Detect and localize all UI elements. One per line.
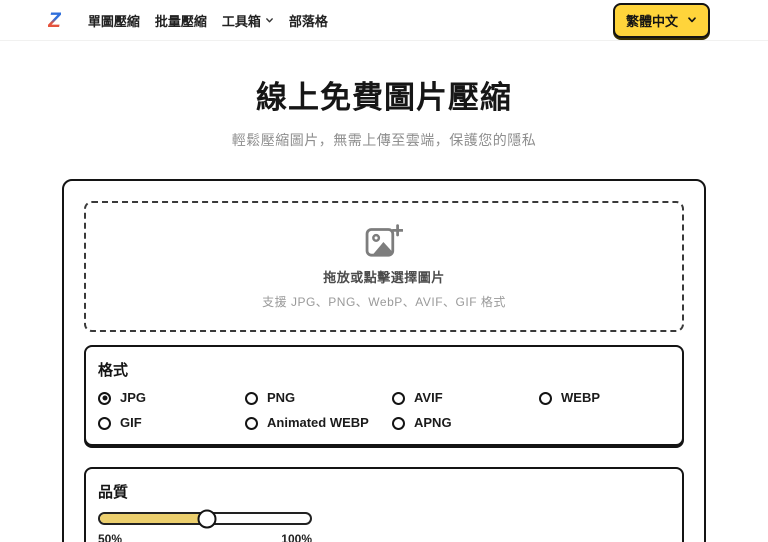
- format-option-animated-webp[interactable]: Animated WEBP: [245, 416, 392, 430]
- image-plus-icon: [365, 223, 403, 257]
- quality-heading: 品質: [98, 484, 129, 501]
- dropzone[interactable]: 拖放或點擊選擇圖片 支援 JPG、PNG、WebP、AVIF、GIF 格式: [84, 201, 684, 332]
- language-button-label: 繁體中文: [625, 13, 678, 29]
- slider-thumb[interactable]: [197, 509, 217, 528]
- slider-max-label: 100%: [281, 532, 312, 542]
- compressor-card: 拖放或點擊選擇圖片 支援 JPG、PNG、WebP、AVIF、GIF 格式 格式…: [62, 179, 706, 542]
- chevron-down-icon: [688, 17, 696, 23]
- nav-item-2[interactable]: 批量壓縮: [155, 11, 207, 30]
- nav-item-4[interactable]: 部落格: [289, 11, 328, 30]
- format-options: JPG PNG AVIF WEBP GIF Animated WEBP APNG: [98, 391, 670, 430]
- format-option-label: PNG: [267, 390, 296, 405]
- language-button[interactable]: 繁體中文: [612, 2, 710, 38]
- quality-panel: 品質 50% 100%: [84, 467, 684, 542]
- top-nav: Z 單圖壓縮 批量壓縮 工具箱 部落格 繁體中文: [0, 0, 768, 41]
- radio-selected-icon[interactable]: [98, 391, 111, 405]
- dropzone-hint: 支援 JPG、PNG、WebP、AVIF、GIF 格式: [262, 294, 506, 309]
- logo[interactable]: Z: [48, 10, 61, 31]
- hero-section: 線上免費圖片壓縮 輕鬆壓縮圖片，無需上傳至雲端，保護您的隱私: [0, 72, 768, 150]
- format-option-label: APNG: [414, 415, 452, 430]
- format-heading: 格式: [98, 362, 129, 379]
- format-option-webp[interactable]: WEBP: [539, 391, 670, 405]
- page-title: 線上免費圖片壓縮: [256, 80, 512, 115]
- format-option-label: WEBP: [561, 390, 600, 405]
- format-option-label: Animated WEBP: [267, 415, 369, 430]
- format-option-png[interactable]: PNG: [245, 391, 392, 405]
- format-option-label: JPG: [120, 390, 147, 405]
- format-option-label: GIF: [120, 415, 142, 430]
- format-option-avif[interactable]: AVIF: [392, 391, 539, 405]
- format-panel: 格式 JPG PNG AVIF WEBP GIF Animated WEBP APNG: [84, 345, 684, 446]
- chevron-down-icon: [266, 18, 273, 23]
- quality-slider[interactable]: [98, 509, 312, 528]
- nav-item-1[interactable]: 單圖壓縮: [88, 11, 140, 30]
- radio-icon[interactable]: [539, 391, 552, 405]
- slider-fill: [100, 514, 208, 523]
- radio-icon[interactable]: [98, 416, 111, 430]
- format-option-apng[interactable]: APNG: [392, 416, 539, 430]
- slider-min-label: 50%: [98, 532, 123, 542]
- format-option-label: AVIF: [414, 390, 443, 405]
- radio-icon[interactable]: [392, 416, 405, 430]
- format-option-gif[interactable]: GIF: [98, 416, 245, 430]
- format-option-jpg[interactable]: JPG: [98, 391, 245, 405]
- page-subtitle: 輕鬆壓縮圖片，無需上傳至雲端，保護您的隱私: [231, 132, 537, 148]
- dropzone-text: 拖放或點擊選擇圖片: [323, 269, 445, 285]
- nav-item-3[interactable]: 工具箱: [222, 11, 274, 30]
- radio-icon[interactable]: [245, 416, 258, 430]
- radio-icon[interactable]: [245, 391, 258, 405]
- nav-menu: 單圖壓縮 批量壓縮 工具箱 部落格: [88, 11, 328, 30]
- radio-icon[interactable]: [392, 391, 405, 405]
